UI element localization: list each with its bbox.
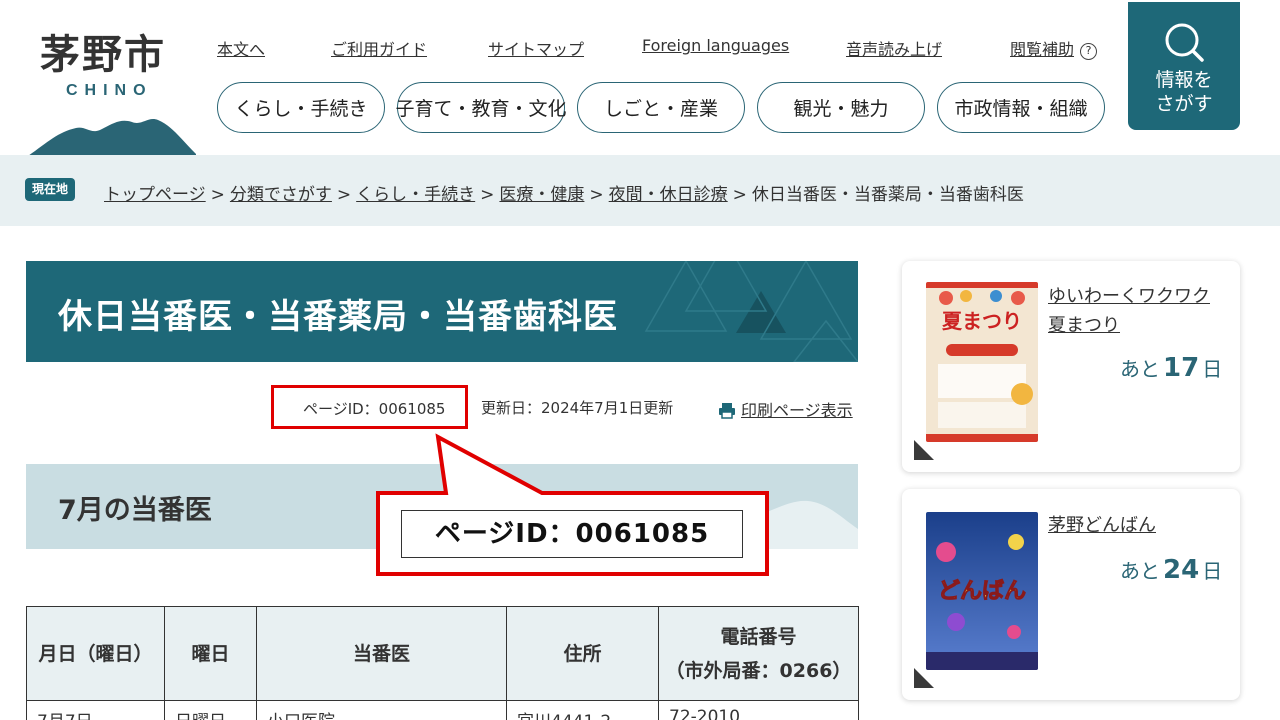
poster-title-text: 夏まつり — [942, 309, 1022, 333]
sitemap-link[interactable]: サイトマップ — [488, 36, 584, 60]
breadcrumb: トップページ > 分類でさがす > くらし・手続き > 医療・健康 > 夜間・休日診療 > 休日当番… — [104, 180, 1024, 205]
duty-doctor-table: 月日（曜日） 曜日 当番医 住所 電話番号 （市外局番：0266） 7月7日 日… — [26, 606, 859, 720]
accessibility-link[interactable]: 閲覧補助? — [1010, 36, 1098, 60]
chevron-down-circle-icon: ? — [1080, 43, 1098, 60]
current-location-badge: 現在地 — [25, 178, 76, 201]
breadcrumb-separator: > — [480, 185, 495, 205]
breadcrumb-separator: > — [589, 185, 604, 205]
breadcrumb-link-night-holiday[interactable]: 夜間・休日診療 — [609, 185, 728, 205]
category-work-button[interactable]: しごと・産業 — [577, 82, 745, 133]
event-title-link[interactable]: 茅野どんばん — [1048, 511, 1218, 540]
category-city-info-button[interactable]: 市政情報・組織 — [937, 82, 1105, 133]
triangle-pattern-decoration — [644, 261, 858, 362]
breadcrumb-separator: > — [210, 185, 225, 205]
table-cell: 72-2010 — [658, 700, 859, 720]
days-remaining: あと 24 日 — [1120, 555, 1222, 585]
page-title: 休日当番医・当番薬局・当番歯科医 — [58, 297, 618, 337]
event-title-link[interactable]: ゆいわーくワクワク夏まつり — [1048, 282, 1218, 340]
search-label-line2: さがす — [1155, 93, 1213, 115]
days-count: 24 — [1163, 555, 1200, 585]
table-cell: 小口医院 — [256, 700, 507, 720]
category-living-button[interactable]: くらし・手続き — [217, 82, 385, 133]
event-card-donban[interactable]: どんばん 茅野どんばん あと 24 日 — [902, 489, 1240, 700]
search-icon — [1165, 23, 1204, 62]
days-suffix: 日 — [1202, 357, 1223, 381]
text-to-speech-link[interactable]: 音声読み上げ — [846, 36, 942, 60]
skip-to-content-link[interactable]: 本文へ — [217, 36, 265, 60]
column-header-doctor: 当番医 — [256, 606, 507, 701]
event-card-summer-festival[interactable]: 夏まつり ゆいわーくワクワク夏まつり あと 17 日 — [902, 261, 1240, 472]
days-remaining: あと 17 日 — [1120, 353, 1222, 383]
breadcrumb-link-top[interactable]: トップページ — [104, 185, 206, 205]
card-corner-mark — [914, 440, 934, 460]
mountain-logo-icon — [28, 119, 196, 158]
table-cell: 宮川4441-2 — [506, 700, 659, 720]
callout-text: ページID：0061085 — [434, 519, 710, 549]
column-header-address: 住所 — [506, 606, 659, 701]
breadcrumb-link-living[interactable]: くらし・手続き — [356, 185, 475, 205]
table-cell: 日曜日 — [164, 700, 257, 720]
column-header-phone-line1: 電話番号 — [720, 625, 797, 648]
column-header-phone: 電話番号 （市外局番：0266） — [658, 606, 859, 701]
updated-date: 更新日：2024年7月1日更新 — [481, 399, 674, 417]
search-label: 情報を さがす — [1128, 68, 1240, 116]
donban-poster-image: どんばん — [926, 512, 1038, 670]
poster-title-text: どんばん — [938, 579, 1026, 604]
section-title: 7月の当番医 — [58, 495, 212, 526]
foreign-languages-link[interactable]: Foreign languages — [642, 36, 789, 55]
breadcrumb-separator: > — [336, 185, 352, 205]
category-tourism-button[interactable]: 観光・魅力 — [757, 82, 925, 133]
page-title-banner: 休日当番医・当番薬局・当番歯科医 — [26, 261, 858, 362]
breadcrumb-link-category[interactable]: 分類でさがす — [230, 185, 332, 205]
accessibility-link-label: 閲覧補助 — [1010, 40, 1075, 59]
table-cell: 7月7日 — [26, 700, 165, 720]
summer-festival-poster-image: 夏まつり — [926, 282, 1038, 442]
breadcrumb-current: 休日当番医・当番薬局・当番歯科医 — [751, 185, 1024, 205]
logo-sub-text: CHINO — [66, 82, 153, 99]
column-header-weekday: 曜日 — [164, 606, 257, 701]
search-info-button[interactable]: 情報を さがす — [1128, 2, 1240, 130]
days-count: 17 — [1163, 353, 1200, 383]
usage-guide-link[interactable]: ご利用ガイド — [331, 36, 427, 60]
days-prefix: あと — [1120, 559, 1160, 583]
column-header-phone-line2: （市外局番：0266） — [665, 659, 852, 682]
days-suffix: 日 — [1202, 559, 1223, 583]
site-logo[interactable]: 茅野市 CHINO — [28, 22, 198, 158]
breadcrumb-link-medical[interactable]: 医療・健康 — [499, 185, 584, 205]
column-header-date: 月日（曜日） — [26, 606, 165, 701]
days-prefix: あと — [1120, 357, 1160, 381]
printer-icon — [719, 403, 735, 419]
print-page-label: 印刷ページ表示 — [741, 401, 853, 420]
table-row: 7月7日 日曜日 小口医院 宮川4441-2 72-2010 — [26, 700, 859, 720]
breadcrumb-separator: > — [732, 185, 747, 205]
table-header-row: 月日（曜日） 曜日 当番医 住所 電話番号 （市外局番：0266） — [26, 606, 859, 701]
page-id-text: ページID：0061085 — [303, 400, 446, 418]
category-childcare-button[interactable]: 子育て・教育・文化 — [396, 82, 567, 133]
card-corner-mark — [914, 668, 934, 688]
print-page-link[interactable]: 印刷ページ表示 — [718, 397, 853, 421]
logo-text: 茅野市 — [40, 31, 166, 78]
search-label-line1: 情報を — [1155, 69, 1213, 91]
